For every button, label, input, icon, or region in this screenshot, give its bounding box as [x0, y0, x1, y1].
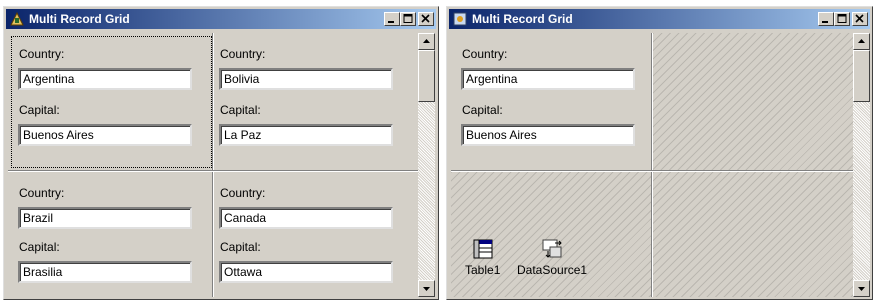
- country-field[interactable]: Canada: [219, 207, 393, 229]
- capital-label: Capital:: [19, 103, 60, 117]
- country-label: Country:: [19, 186, 65, 200]
- scroll-down-button[interactable]: [853, 280, 870, 297]
- close-button[interactable]: [852, 12, 868, 26]
- vertical-scrollbar[interactable]: [418, 33, 435, 297]
- maximize-icon: [403, 14, 413, 23]
- window-title: Multi Record Grid: [472, 12, 573, 26]
- close-button[interactable]: [418, 12, 434, 26]
- country-field[interactable]: Bolivia: [219, 68, 393, 90]
- maximize-icon: [837, 14, 847, 23]
- record-panel[interactable]: Country: Brazil Capital: Brasilia: [8, 172, 212, 297]
- country-label: Country:: [220, 47, 266, 61]
- scroll-thumb[interactable]: [853, 50, 870, 102]
- maximize-button[interactable]: [400, 12, 416, 26]
- vertical-scrollbar[interactable]: [853, 33, 870, 297]
- record-grid: Country: Argentina Capital: Buenos Aires…: [8, 33, 418, 297]
- record-panel[interactable]: Country: Argentina Capital: Buenos Aires: [451, 33, 651, 170]
- component-label: Table1: [465, 263, 501, 277]
- arrow-down-icon: [858, 287, 865, 291]
- country-field[interactable]: Argentina: [18, 68, 192, 90]
- scroll-thumb[interactable]: [418, 50, 435, 102]
- capital-label: Capital:: [220, 103, 261, 117]
- capital-label: Capital:: [220, 240, 261, 254]
- component-label: DataSource1: [517, 263, 588, 277]
- capital-field[interactable]: Buenos Aires: [18, 124, 192, 146]
- title-bar[interactable]: Multi Record Grid: [449, 9, 870, 29]
- multi-record-grid-window-runtime: Multi Record Grid Country: Argentina Cap…: [3, 6, 439, 300]
- window-title: Multi Record Grid: [29, 12, 130, 26]
- capital-field[interactable]: Buenos Aires: [461, 124, 635, 146]
- maximize-button[interactable]: [834, 12, 850, 26]
- arrow-up-icon: [858, 39, 865, 43]
- arrow-up-icon: [423, 39, 430, 43]
- datasource-icon: [540, 237, 564, 261]
- record-panel[interactable]: Country: Argentina Capital: Buenos Aires: [8, 33, 212, 170]
- country-field[interactable]: Brazil: [18, 207, 192, 229]
- empty-record-placeholder: [653, 172, 853, 297]
- minimize-icon: [822, 21, 828, 23]
- close-icon: [855, 14, 864, 23]
- scroll-down-button[interactable]: [418, 280, 435, 297]
- close-icon: [421, 14, 430, 23]
- record-panel[interactable]: Country: Bolivia Capital: La Paz: [214, 33, 418, 170]
- multi-record-grid-window-designer: Multi Record Grid Country: Argentina Cap…: [446, 6, 873, 300]
- capital-label: Capital:: [19, 240, 60, 254]
- country-label: Country:: [19, 47, 65, 61]
- table-icon: [471, 237, 495, 261]
- capital-field[interactable]: Ottawa: [219, 261, 393, 283]
- capital-label: Capital:: [462, 103, 503, 117]
- capital-field[interactable]: La Paz: [219, 124, 393, 146]
- empty-record-placeholder: [451, 172, 651, 297]
- table1-component[interactable]: Table1: [465, 237, 500, 277]
- scroll-up-button[interactable]: [418, 33, 435, 50]
- empty-record-placeholder: [653, 33, 853, 170]
- country-field[interactable]: Argentina: [461, 68, 635, 90]
- country-label: Country:: [462, 47, 508, 61]
- arrow-down-icon: [423, 287, 430, 291]
- capital-field[interactable]: Brasilia: [18, 261, 192, 283]
- title-bar[interactable]: Multi Record Grid: [6, 9, 436, 29]
- minimize-icon: [388, 21, 394, 23]
- datasource1-component[interactable]: DataSource1: [517, 237, 587, 277]
- record-panel[interactable]: Country: Canada Capital: Ottawa: [214, 172, 418, 297]
- scroll-up-button[interactable]: [853, 33, 870, 50]
- record-grid-designer: Country: Argentina Capital: Buenos Aires…: [451, 33, 853, 297]
- app-icon: [452, 11, 468, 27]
- app-icon: [9, 11, 25, 27]
- country-label: Country:: [220, 186, 266, 200]
- minimize-button[interactable]: [384, 12, 400, 26]
- minimize-button[interactable]: [818, 12, 834, 26]
